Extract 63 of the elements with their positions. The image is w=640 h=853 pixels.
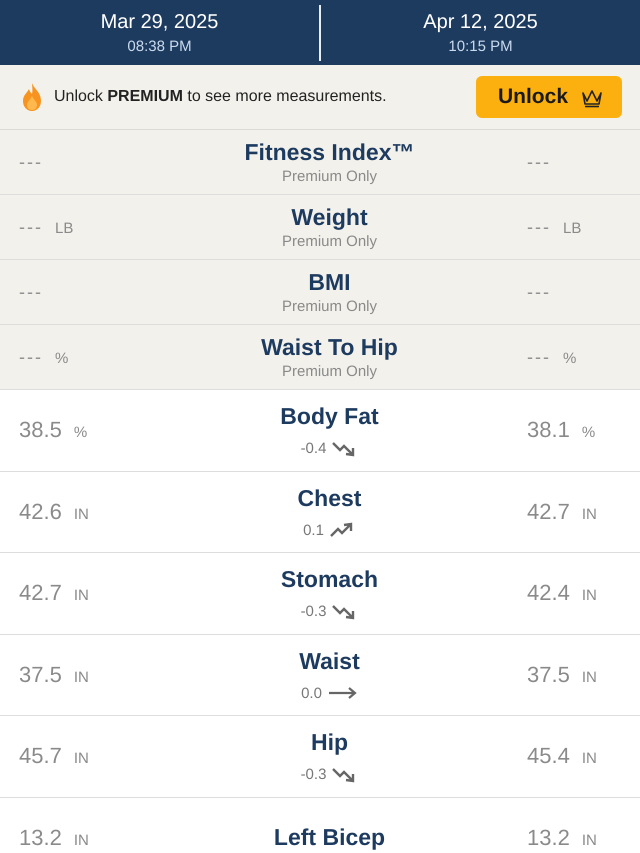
value-text: 42.4 [527, 580, 570, 606]
unit-label: LB [54, 220, 74, 236]
change-value: 0.0 [301, 684, 322, 702]
unit-label: IN [74, 587, 89, 604]
change-value: 0.1 [303, 522, 324, 539]
value-text: 37.5 [19, 662, 62, 688]
measurement-name: Stomach [280, 566, 378, 594]
unit-label: IN [74, 506, 89, 523]
premium-message: Unlock PREMIUM to see more measurements. [54, 88, 388, 106]
change-value: -0.3 [300, 766, 326, 784]
premium-note: Premium Only [282, 168, 378, 185]
change-value: -0.4 [300, 440, 326, 458]
value-text: 13.2 [19, 824, 62, 851]
unit-label: % [54, 350, 68, 366]
value-text: 13.2 [527, 824, 570, 851]
date-label: Mar 29, 2025 [100, 10, 218, 34]
measurement-name: Body Fat [280, 403, 379, 430]
value-text: 42.7 [19, 580, 62, 606]
value-text: 45.7 [19, 743, 62, 770]
value-text: --- [19, 152, 43, 172]
value-text: 38.5 [19, 417, 62, 444]
unit-label: LB [562, 220, 582, 236]
unit-label: IN [582, 587, 597, 604]
value-text: 42.7 [527, 498, 570, 525]
measurement-name: Fitness Index™ [244, 139, 414, 166]
measurement-name: Waist To Hip [261, 334, 398, 361]
measurement-name: Left Bicep [274, 824, 386, 852]
value-text: 37.5 [527, 662, 570, 688]
measurement-name: Hip [310, 729, 348, 756]
value-text: --- [19, 346, 43, 368]
value-text: --- [19, 216, 43, 238]
time-label: 08:38 PM [127, 38, 192, 54]
value-text: 42.6 [19, 498, 62, 525]
unit-label: IN [582, 750, 597, 768]
unit-label: IN [74, 668, 89, 686]
unlock-button[interactable]: Unlock [476, 76, 622, 118]
unit-label: % [562, 350, 576, 366]
premium-note: Premium Only [282, 233, 378, 250]
unit-label: IN [74, 832, 89, 849]
unit-label: IN [74, 750, 89, 768]
value-text: --- [19, 282, 43, 302]
measurement-name: Weight [291, 204, 368, 231]
premium-note: Premium Only [282, 363, 378, 380]
value-text: 45.4 [527, 743, 570, 770]
flame-icon [20, 82, 44, 112]
unit-label: % [582, 424, 596, 442]
premium-note: Premium Only [282, 298, 378, 315]
measurement-name: Waist [299, 648, 360, 675]
unit-label: IN [582, 668, 597, 686]
unit-label: % [74, 424, 88, 442]
unit-label: IN [582, 506, 597, 523]
change-value: -0.3 [300, 603, 326, 620]
measurement-name: Chest [298, 484, 362, 512]
unit-label: IN [582, 832, 597, 849]
value-text: --- [527, 216, 551, 238]
measurement-name: BMI [308, 269, 351, 296]
value-text: --- [527, 152, 551, 172]
date-label: Apr 12, 2025 [423, 10, 538, 34]
value-text: --- [527, 282, 551, 302]
value-text: --- [527, 346, 551, 368]
arrow-right-icon [328, 685, 358, 702]
time-label: 10:15 PM [448, 38, 513, 54]
value-text: 38.1 [527, 417, 570, 444]
